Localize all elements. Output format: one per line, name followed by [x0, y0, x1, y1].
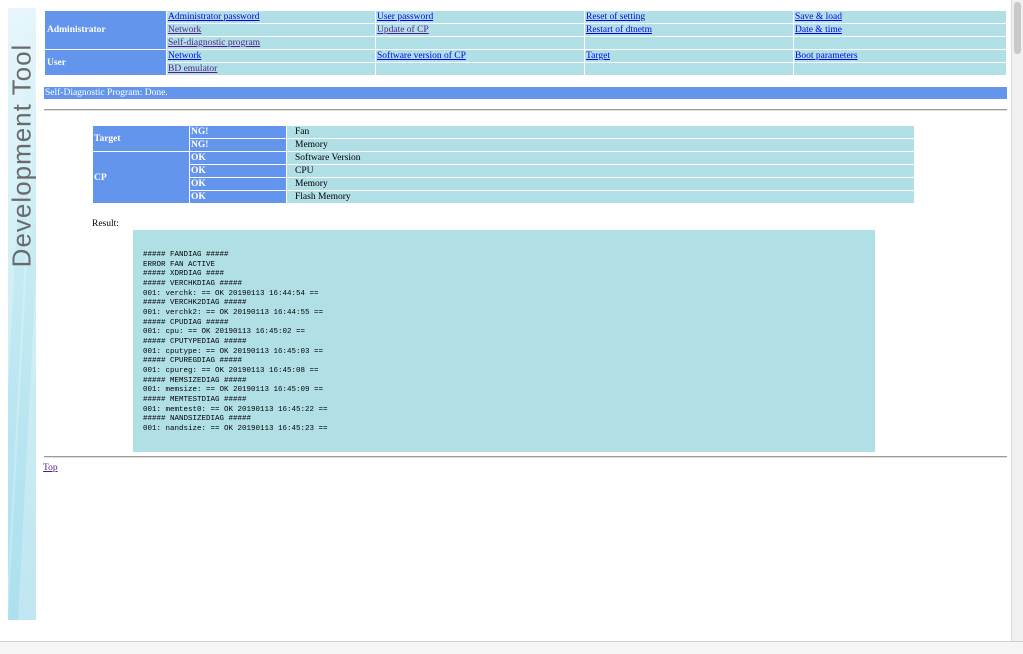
- table-row: CP OK Software Version: [93, 152, 914, 203]
- menu-empty-cell: [376, 63, 584, 75]
- menu-empty-cell: [376, 37, 584, 49]
- item-cell: Software Version: [287, 152, 914, 164]
- group-target: Target: [93, 126, 189, 151]
- link-target[interactable]: Target: [586, 51, 610, 61]
- link-restart-of-dtnetm[interactable]: Restart of dtnetm: [586, 25, 652, 35]
- table-row: OK Memory: [93, 178, 914, 190]
- status-bar: Self-Diagnostic Program: Done.: [44, 87, 1007, 99]
- link-save-and-load[interactable]: Save & load: [795, 12, 842, 22]
- menu-empty-cell: [794, 63, 1006, 75]
- menu-row: BD emulator: [45, 63, 1006, 75]
- link-date-and-time[interactable]: Date & time: [795, 25, 842, 35]
- link-user-password[interactable]: User password: [377, 12, 433, 22]
- link-self-diagnostic-program[interactable]: Self-diagnostic program: [168, 38, 260, 48]
- sidebar-banner: Development Tool: [8, 8, 36, 620]
- link-reset-of-setting[interactable]: Reset of setting: [586, 12, 645, 22]
- menu-row: Network Update of CP Restart of dtnetm D…: [45, 24, 1006, 36]
- table-row: NG! Memory: [93, 139, 914, 151]
- status-cell: NG!: [190, 139, 286, 151]
- menu-role-user: User: [45, 50, 166, 75]
- divider: [44, 109, 1007, 111]
- item-cell: Flash Memory: [287, 191, 914, 203]
- item-cell: Fan: [287, 126, 914, 138]
- link-boot-parameters[interactable]: Boot parameters: [795, 51, 858, 61]
- top-link[interactable]: Top: [43, 463, 58, 473]
- link-software-version-of-cp[interactable]: Software version of CP: [377, 51, 466, 61]
- status-cell: OK: [190, 152, 286, 164]
- navigation-menu: Administrator Administrator password Use…: [44, 10, 1007, 76]
- status-cell: OK: [190, 191, 286, 203]
- menu-row: Administrator Administrator password Use…: [45, 11, 1006, 49]
- link-administrator-password[interactable]: Administrator password: [168, 12, 260, 22]
- status-cell: OK: [190, 165, 286, 177]
- scrollbar-thumb[interactable]: [1014, 2, 1021, 54]
- window-bottom-edge: [0, 641, 1023, 654]
- table-row: OK CPU: [93, 165, 914, 177]
- diagnostic-results-table: Target NG! Fan NG! Memory CP OK Software…: [92, 125, 915, 204]
- menu-row: User Network Software version of CP Targ…: [45, 50, 1006, 75]
- table-row: Target NG! Fan: [93, 126, 914, 151]
- status-cell: NG!: [190, 126, 286, 138]
- status-cell: OK: [190, 178, 286, 190]
- result-label: Result:: [92, 219, 119, 229]
- vertical-scrollbar[interactable]: [1011, 0, 1023, 641]
- brand-logo: Development Tool: [8, 8, 36, 298]
- link-bd-emulator[interactable]: BD emulator: [168, 64, 217, 74]
- item-cell: CPU: [287, 165, 914, 177]
- link-user-network[interactable]: Network: [168, 51, 201, 61]
- menu-row: Self-diagnostic program: [45, 37, 1006, 49]
- link-admin-network[interactable]: Network: [168, 25, 201, 35]
- menu-empty-cell: [585, 63, 793, 75]
- item-cell: Memory: [287, 139, 914, 151]
- group-cp: CP: [93, 152, 189, 203]
- menu-empty-cell: [585, 37, 793, 49]
- divider: [44, 456, 1007, 458]
- menu-role-administrator: Administrator: [45, 11, 166, 49]
- link-update-of-cp[interactable]: Update of CP: [377, 25, 429, 35]
- brand-title: Development Tool: [8, 43, 36, 268]
- menu-empty-cell: [794, 37, 1006, 49]
- item-cell: Memory: [287, 178, 914, 190]
- diagnostic-log-output: ##### FANDIAG ##### ERROR FAN ACTIVE ###…: [133, 230, 875, 452]
- table-row: OK Flash Memory: [93, 191, 914, 203]
